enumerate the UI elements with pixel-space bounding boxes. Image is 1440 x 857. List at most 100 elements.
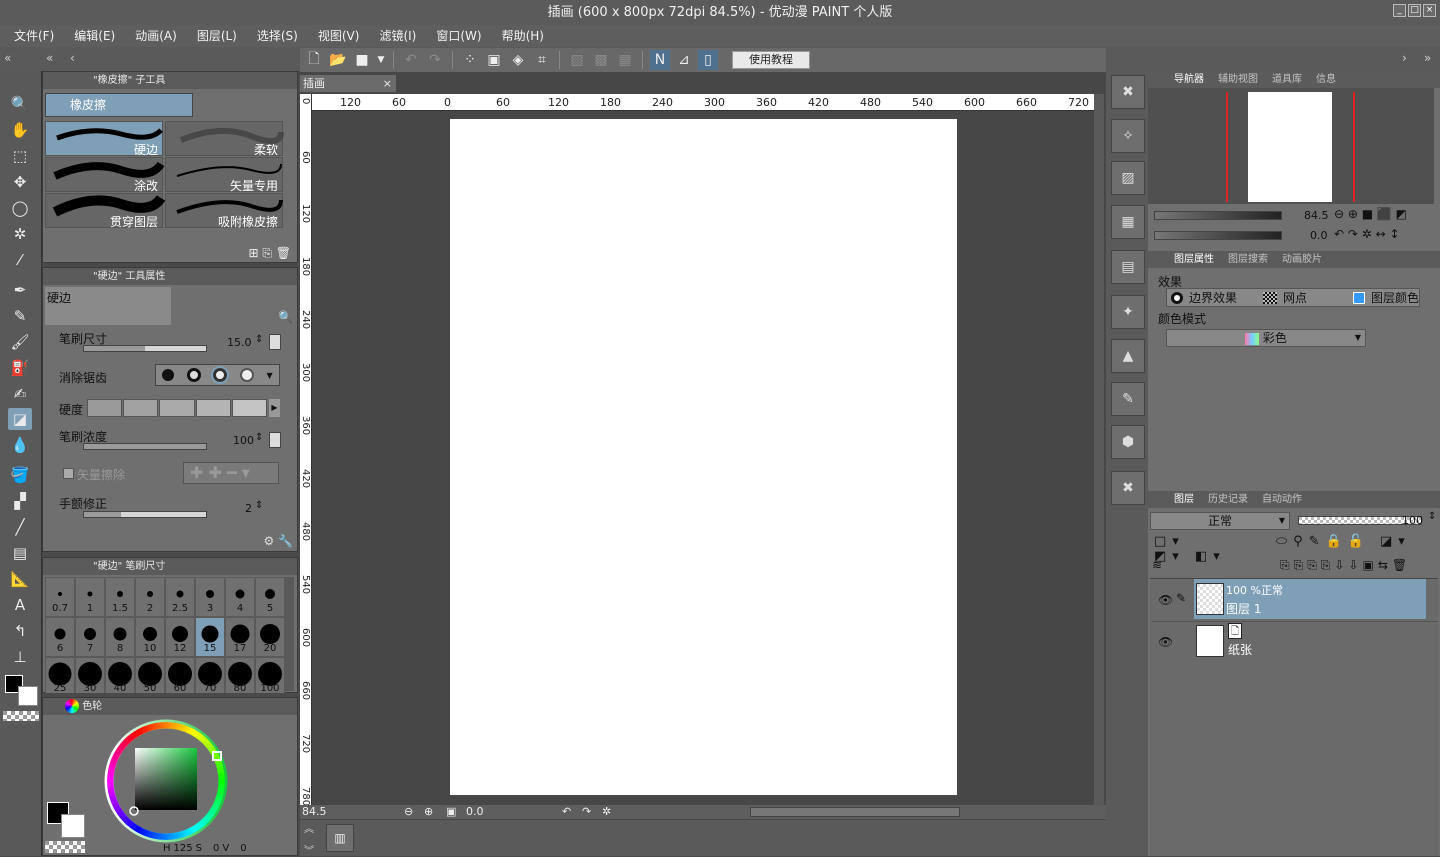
chevron-left-icon[interactable]: ‹ [70,47,75,69]
antialias-none-icon[interactable] [162,369,175,381]
magic-wand-icon[interactable]: ✲ [8,223,32,245]
tab-info[interactable]: 信息 [1312,71,1340,88]
tab-sub-view[interactable]: 辅助视图 [1214,71,1262,88]
vertical-scrollbar[interactable] [1094,94,1104,806]
visibility-eye-icon[interactable]: 👁 [1158,635,1173,649]
fit-icon[interactable]: ▣ [446,805,456,819]
vector-erase-mode[interactable]: ✚ ✚ ━ ▾ [183,462,279,484]
reset-rotation-icon[interactable]: ✲ [602,805,611,819]
brush-size-slider[interactable] [83,345,207,352]
tab-animation-cels[interactable]: 动画胶片 [1278,251,1326,268]
subtool-actions-icon[interactable]: ⊞ ⎘ 🗑 [248,246,291,261]
navigator-zoom-slider[interactable] [1154,211,1282,220]
frame-icon[interactable]: ▤ [8,542,32,564]
brush-size-preset[interactable]: 2 [135,577,165,617]
tutorial-button[interactable]: 使用教程 [732,51,810,69]
menu-file[interactable]: 文件(F) [4,25,64,47]
transparent-swatch[interactable] [45,841,85,853]
material-cube-icon[interactable]: ⬢ [1111,425,1145,459]
brush-size-preset[interactable]: 15 [195,617,225,657]
stabilize-slider[interactable] [83,511,207,518]
brush-size-preset[interactable]: 40 [105,657,135,693]
opacity-value[interactable]: 100 [1402,514,1423,527]
chevron-right-icon[interactable]: ▶ [269,399,280,417]
navigator-preview[interactable] [1148,88,1434,204]
marquee-icon[interactable]: ◯ [8,197,32,219]
fill-icon[interactable]: ◈ [508,50,528,70]
blend-mode-select[interactable]: 正常 ▼ [1150,512,1290,530]
rotation-value[interactable]: 0.0 [466,805,484,819]
hardness-selector[interactable] [87,399,268,417]
close-icon[interactable]: × [1423,4,1436,17]
brush-size-preset[interactable]: 50 [135,657,165,693]
menu-layer[interactable]: 图层(L) [187,25,247,47]
pen-icon[interactable]: ✒ [8,279,32,301]
layer-color-button[interactable]: 图层颜色 [1371,289,1419,306]
material-frame-icon[interactable]: ▤ [1111,250,1145,284]
correct-line-icon[interactable]: ⊥ [8,646,32,668]
spin-icon[interactable]: ⇕ [255,500,263,511]
maximize-icon[interactable]: □ [1408,4,1421,17]
material-pattern-icon[interactable]: ▦ [1111,205,1145,239]
brush-size-preset[interactable]: 1 [75,577,105,617]
transform-icon[interactable]: ▣ [484,50,504,70]
line-icon[interactable]: ╱ [8,516,32,538]
brush-size-preset[interactable]: 3 [195,577,225,617]
collapse-left-icon[interactable]: « [4,47,11,69]
open-file-icon[interactable]: 📂 [328,50,348,70]
pressure-icon[interactable] [269,334,281,350]
border-effect-button[interactable]: 边界效果 [1189,289,1237,306]
transparent-swatch[interactable] [3,711,39,721]
tab-navigator[interactable]: 导航器 [1170,71,1208,88]
brush-size-preset[interactable]: 60 [165,657,195,693]
navigator-rotation-value[interactable]: 0.0 [1310,229,1328,242]
snap-special-icon[interactable]: ▯ [698,50,718,70]
brush-icon[interactable]: 🖌 [8,331,32,353]
vector-erase-checkbox[interactable] [63,468,74,479]
decoration-icon[interactable]: ✍ [8,383,32,405]
material-close-icon[interactable]: ✖ [1111,75,1145,109]
brush-size-preset[interactable]: 25 [45,657,75,693]
move-layer-icon[interactable]: ✥ [8,171,32,193]
sub-color-swatch[interactable] [61,814,85,838]
text-icon[interactable]: A [8,594,32,616]
tab-layer-search[interactable]: 图层搜索 [1224,251,1272,268]
paper-layer-name[interactable]: 纸张 [1228,641,1252,658]
rotate-right-icon[interactable]: ↷ [582,805,591,819]
color-mode-select[interactable]: 彩色 ▼ [1166,329,1366,347]
material-effect-icon[interactable]: ✦ [1111,295,1145,329]
brush-size-value[interactable]: 15.0 [227,336,252,349]
layer-color-icon[interactable] [1353,291,1366,304]
clear-icon[interactable]: ▨ [567,50,587,70]
snap-grid-icon[interactable]: ⊿ [674,50,694,70]
material-x-icon[interactable]: ✖ [1111,471,1145,505]
navigator-zoom-value[interactable]: 84.5 [1304,209,1329,222]
timeline-icon[interactable]: ▥ [326,824,354,852]
operation-icon[interactable]: ⬚ [8,145,32,167]
fill-selection-icon[interactable]: ▩ [591,50,611,70]
antialias-strong-icon[interactable] [239,368,254,382]
gradient-icon[interactable]: ▞ [8,490,32,512]
brush-size-preset[interactable]: 6 [45,617,75,657]
balloon-icon[interactable]: ↰ [8,620,32,642]
sub-color-swatch[interactable] [18,686,38,706]
brush-size-preset[interactable]: 12 [165,617,195,657]
document-tab[interactable]: 插画 × [300,75,396,92]
snap-ruler-icon[interactable]: N [650,50,670,70]
layer-list-icon[interactable]: ≋ [1152,558,1162,572]
tab-layer-property[interactable]: 图层属性 [1170,251,1218,268]
close-icon[interactable]: × [383,75,392,92]
brush-size-preset[interactable]: 30 [75,657,105,693]
brush-size-preset[interactable]: 0.7 [45,577,75,617]
minimize-icon[interactable]: _ [1393,4,1406,17]
zoom-in-icon[interactable]: ⊕ [424,805,433,819]
dropdown-arrow-icon[interactable]: ▼ [267,371,273,380]
material-edit-icon[interactable]: ✎ [1111,382,1145,416]
subtool-group-tab[interactable]: 橡皮擦 [45,93,193,117]
scrollbar[interactable] [284,577,294,691]
brush-size-preset[interactable]: 1.5 [105,577,135,617]
brush-size-preset[interactable]: 20 [255,617,285,657]
collapse-left-icon[interactable]: « [46,47,53,69]
redo-icon[interactable]: ↷ [425,50,445,70]
pencil-icon[interactable]: ✎ [8,305,32,327]
